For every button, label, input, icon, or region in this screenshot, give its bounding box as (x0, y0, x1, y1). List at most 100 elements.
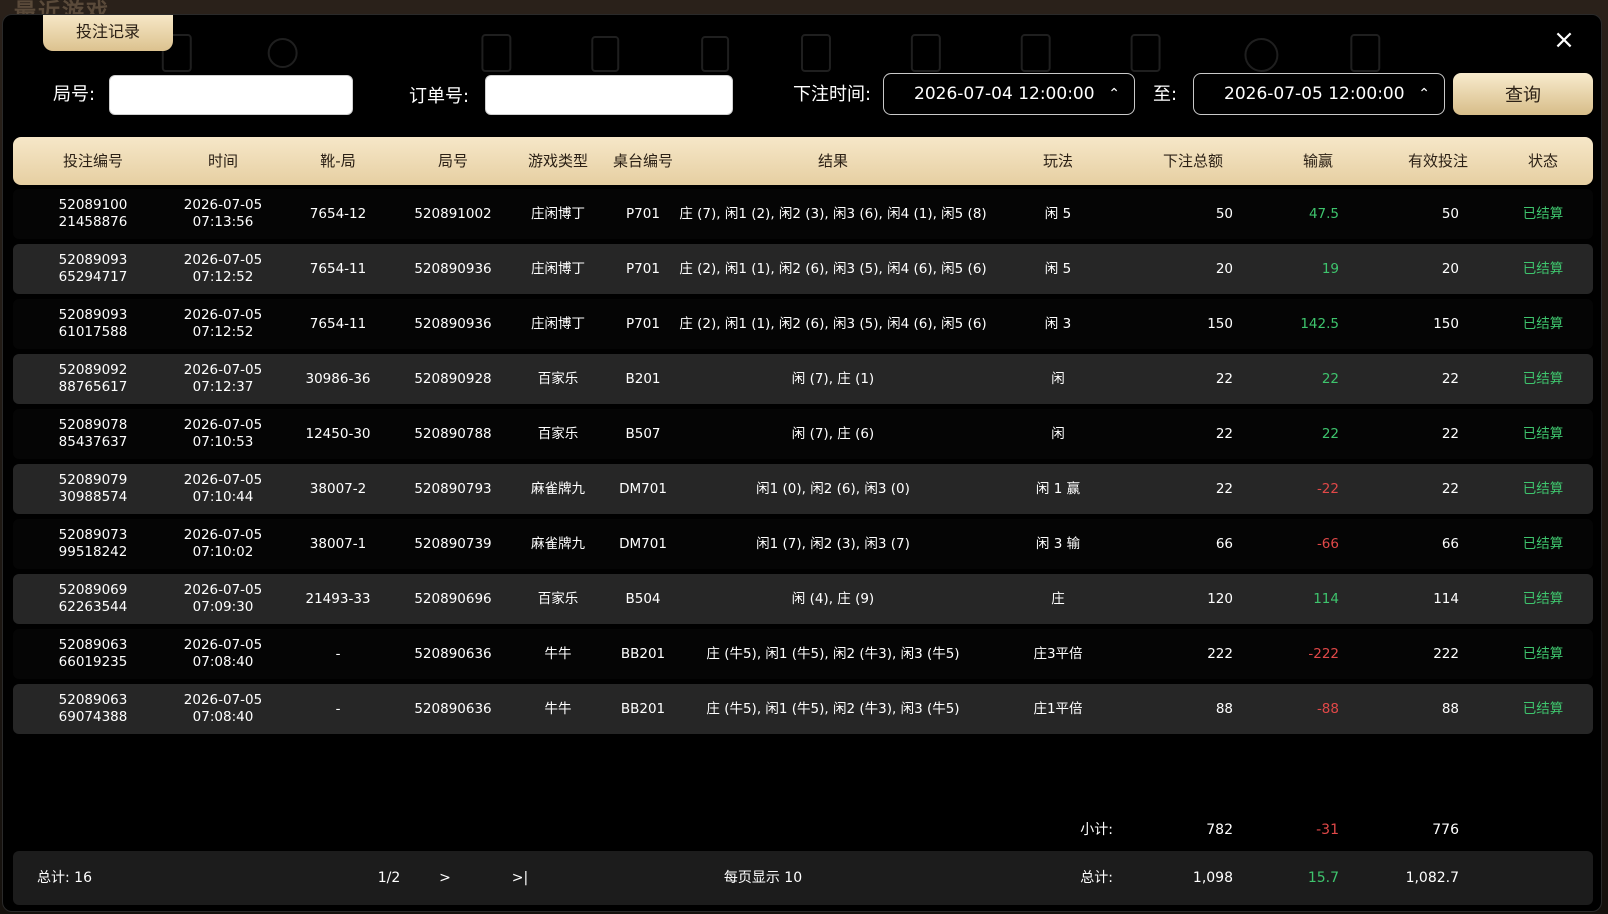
cell-bet-id: 52089100 21458876 (23, 189, 163, 239)
cell-play: 庄1平倍 (1033, 700, 1083, 717)
query-button[interactable]: 查询 (1453, 73, 1593, 115)
cell-play: 闲 3 (1044, 315, 1072, 332)
cell-shoe: 21493-33 (305, 590, 371, 607)
bet-id-part2: 62263544 (58, 599, 128, 615)
close-icon[interactable]: × (1549, 25, 1579, 55)
cell-bet: 222 (1207, 645, 1233, 662)
cell-play: 闲 3 输 (1035, 535, 1081, 552)
bet-id-part2: 88765617 (58, 379, 128, 395)
bet-id-part1: 52089078 (58, 417, 128, 433)
cell-bet-id: 52089063 69074388 (23, 684, 163, 734)
cell-win: 22 (1321, 425, 1339, 442)
start-time-picker[interactable]: 2026-07-04 12:00:00 ⌃ (883, 73, 1135, 115)
order-input[interactable] (485, 75, 733, 115)
table-row: 52089093 65294717 2026-07-05 07:12:52 7654-1… (13, 244, 1593, 294)
table-row: 52089063 69074388 2026-07-05 07:08:40-52089… (13, 684, 1593, 734)
table-row: 52089063 66019235 2026-07-05 07:08:40-52089… (13, 629, 1593, 679)
cell-bet-id: 52089069 62263544 (23, 574, 163, 624)
to-label: 至: (1153, 84, 1178, 105)
bet-id-part2: 65294717 (58, 269, 128, 285)
cell-bet-id: 52089079 30988574 (23, 464, 163, 514)
bet-id-part2: 61017588 (58, 324, 128, 340)
bet-clock: 07:08:40 (192, 654, 254, 670)
subtotal-row: 小计: 782 -31 776 (13, 815, 1593, 845)
cell-result: 闲 (4), 庄 (9) (791, 590, 875, 607)
cell-bet-id: 52089063 66019235 (23, 629, 163, 679)
cell-shoe: 7654-11 (309, 315, 367, 332)
cell-status: 已结算 (1522, 480, 1564, 497)
per-page-selector[interactable]: 每页显示 10 (713, 851, 813, 905)
cell-bet: 22 (1215, 425, 1233, 442)
subtotal-label: 小计: (1080, 821, 1113, 838)
cell-status: 已结算 (1522, 370, 1564, 387)
cell-round: 520890739 (414, 535, 492, 552)
col-valid-bet: 有效投注 (1407, 151, 1468, 170)
cell-game: 牛牛 (544, 700, 572, 717)
bet-clock: 07:10:02 (192, 544, 254, 560)
bet-clock: 07:12:37 (192, 379, 254, 395)
cell-round: 520890636 (414, 645, 492, 662)
bet-id-part1: 52089063 (58, 637, 128, 653)
cell-play: 闲 1 赢 (1035, 480, 1081, 497)
col-game-type: 游戏类型 (527, 151, 588, 170)
subtotal-valid: 776 (1432, 821, 1459, 838)
cell-status: 已结算 (1522, 645, 1564, 662)
last-page-button[interactable]: >| (505, 851, 535, 905)
cell-game: 麻雀牌九 (531, 480, 585, 497)
cell-play: 闲 (1051, 370, 1065, 387)
cell-round: 520890936 (414, 315, 492, 332)
bet-id-part1: 52089069 (58, 582, 128, 598)
cell-win: -22 (1316, 480, 1339, 497)
cell-bet: 22 (1215, 370, 1233, 387)
cell-time: 2026-07-05 07:09:30 (163, 574, 283, 624)
subtotal-bet: 782 (1206, 821, 1233, 838)
col-play: 玩法 (1042, 151, 1073, 170)
cell-bet: 150 (1207, 315, 1233, 332)
bet-id-part1: 52089093 (58, 252, 128, 268)
table-header: 投注编号 时间 靴-局 局号 游戏类型 桌台编号 结果 玩法 下注总额 输赢 有… (13, 137, 1593, 185)
cell-game: 庄闲博丁 (531, 315, 585, 332)
cell-win: 47.5 (1308, 205, 1339, 222)
bet-date: 2026-07-05 (183, 692, 263, 708)
cell-time: 2026-07-05 07:13:56 (163, 189, 283, 239)
cell-game: 牛牛 (544, 645, 572, 662)
cell-time: 2026-07-05 07:08:40 (163, 684, 283, 734)
bet-id-part2: 99518242 (58, 544, 128, 560)
cell-status: 已结算 (1522, 205, 1564, 222)
filter-bar: 局号: 订单号: 下注时间: 2026-07-04 12:00:00 ⌃ 至: … (3, 73, 1601, 117)
cell-result: 庄 (牛5), 闲1 (牛5), 闲2 (牛3), 闲3 (牛5) (706, 700, 960, 717)
next-page-button[interactable]: > (433, 851, 457, 905)
cell-round: 520890793 (414, 480, 492, 497)
table-row: 52089073 99518242 2026-07-05 07:10:02 38007-… (13, 519, 1593, 569)
footer-bar: 总计: 16 1/2 > >| 每页显示 10 总计: 1,098 15.7 1… (13, 851, 1593, 905)
cell-game: 庄闲博丁 (531, 205, 585, 222)
cell-valid: 88 (1441, 700, 1459, 717)
round-input[interactable] (109, 75, 353, 115)
cell-valid: 22 (1441, 480, 1459, 497)
total-win: 15.7 (1307, 869, 1339, 886)
col-bet-id: 投注编号 (62, 151, 123, 170)
total-label: 总计: (1080, 869, 1113, 886)
cell-valid: 222 (1433, 645, 1459, 662)
cell-game: 麻雀牌九 (531, 535, 585, 552)
cell-win: 19 (1321, 260, 1339, 277)
cell-status: 已结算 (1522, 425, 1564, 442)
total-bet: 1,098 (1192, 869, 1233, 886)
table-row: 52089078 85437637 2026-07-05 07:10:53 12450-… (13, 409, 1593, 459)
cell-result: 闲 (7), 庄 (6) (791, 425, 875, 442)
bet-id-part2: 85437637 (58, 434, 128, 450)
cell-result: 庄 (7), 闲1 (2), 闲2 (3), 闲3 (6), 闲4 (1), 闲… (679, 205, 987, 222)
cell-play: 闲 (1051, 425, 1065, 442)
cell-valid: 22 (1441, 370, 1459, 387)
bet-date: 2026-07-05 (183, 197, 263, 213)
col-table: 桌台编号 (612, 151, 673, 170)
cell-bet-id: 52089093 65294717 (23, 244, 163, 294)
cell-play: 庄3平倍 (1033, 645, 1083, 662)
cell-bet-id: 52089092 88765617 (23, 354, 163, 404)
cell-time: 2026-07-05 07:12:37 (163, 354, 283, 404)
cell-bet: 22 (1215, 480, 1233, 497)
end-time-picker[interactable]: 2026-07-05 12:00:00 ⌃ (1193, 73, 1445, 115)
tab-bet-record[interactable]: 投注记录 (43, 15, 173, 51)
bet-clock: 07:09:30 (192, 599, 254, 615)
cell-bet: 66 (1215, 535, 1233, 552)
